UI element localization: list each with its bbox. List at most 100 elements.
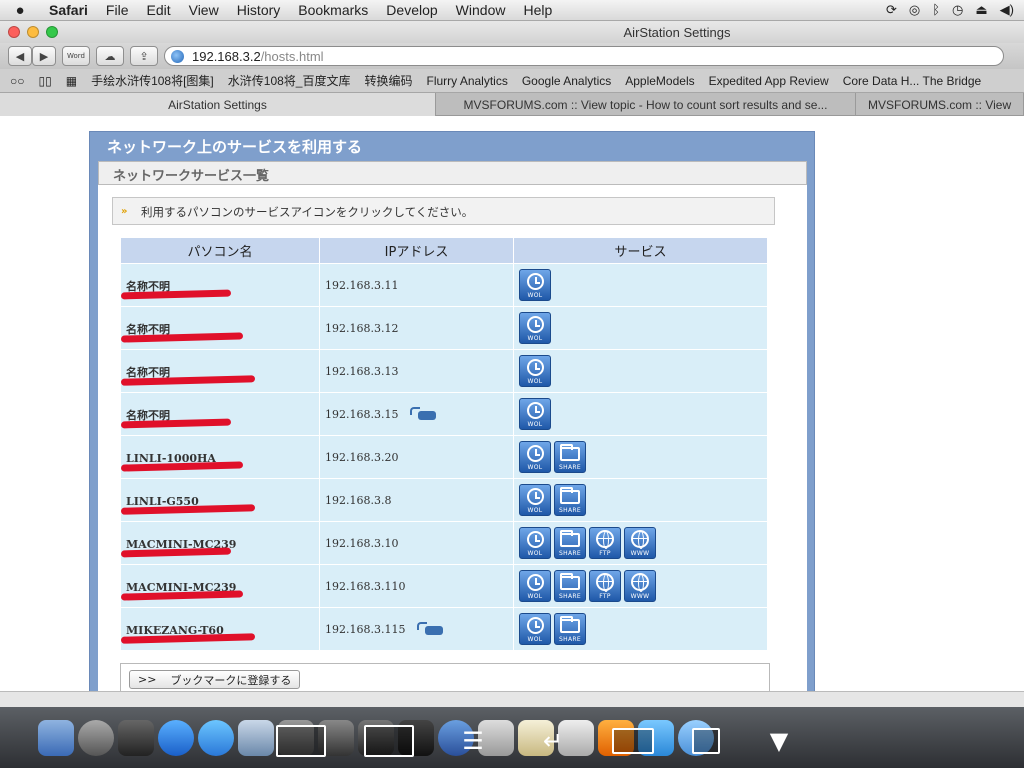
service-label: WOL (527, 464, 543, 471)
wol-service-button[interactable]: WOL (519, 441, 551, 473)
host-name-cell: 名称不明 (120, 307, 319, 349)
wol-service-button[interactable]: WOL (519, 613, 551, 645)
clock-icon (525, 573, 545, 591)
host-ip: 192.168.3.11 (325, 278, 399, 292)
url-path: /hosts.html (260, 48, 324, 64)
tab-mvsforums-view[interactable]: MVSFORUMS.com :: View (856, 93, 1024, 116)
menu-bookmarks[interactable]: Bookmarks (289, 2, 377, 18)
clock-icon (525, 530, 545, 548)
top-sites-grid-icon[interactable]: ▦ (66, 74, 77, 88)
reading-list-icon[interactable]: ○○ (10, 74, 25, 88)
share-service-button[interactable]: SHARE (554, 441, 586, 473)
wol-service-button[interactable]: WOL (519, 570, 551, 602)
ftp-service-button[interactable]: FTP (589, 570, 621, 602)
host-name-cell: 名称不明 (120, 350, 319, 392)
service-label: WOL (527, 636, 543, 643)
host-ip: 192.168.3.110 (325, 579, 406, 593)
game-device-icon (410, 407, 437, 421)
bookmark-box: >> ブックマークに登録する (120, 663, 770, 691)
wol-service-button[interactable]: WOL (519, 527, 551, 559)
menu-file[interactable]: File (97, 2, 138, 18)
share-icon: ⇪ (139, 49, 149, 63)
wol-service-button[interactable]: WOL (519, 398, 551, 430)
tab-label: MVSFORUMS.com :: View (868, 97, 1012, 112)
wol-service-button[interactable]: WOL (519, 312, 551, 344)
service-label: SHARE (559, 593, 581, 600)
host-ip: 192.168.3.13 (325, 364, 399, 378)
www-service-button[interactable]: WWW (624, 527, 656, 559)
share-service-button[interactable]: SHARE (554, 570, 586, 602)
services-inner: » 利用するパソコンのサービスアイコンをクリックしてください。 パソコン名 IP… (98, 185, 807, 691)
bookmark-item[interactable]: AppleModels (625, 74, 694, 88)
collapse-down-icon[interactable]: ▼ (758, 728, 800, 754)
list-icon[interactable]: ☰ (452, 728, 494, 754)
wol-service-button[interactable]: WOL (519, 355, 551, 387)
share-button[interactable]: ⇪ (130, 46, 158, 66)
function-keys-icon[interactable] (364, 725, 414, 757)
binoculars-icon[interactable]: ◎ (909, 2, 920, 18)
sync-icon[interactable]: ⟳ (886, 2, 897, 18)
launchpad-icon[interactable] (78, 719, 114, 756)
hosts-table: パソコン名 IPアドレス サービス 名称不明 192.168.3.11 WOL 名称不… (120, 237, 768, 651)
folder-icon (560, 444, 580, 462)
bookmark-item[interactable]: 水浒传108将_百度文库 (228, 72, 351, 89)
itunes-icon[interactable] (198, 719, 234, 756)
back-button[interactable]: ◀ (8, 46, 32, 66)
menu-edit[interactable]: Edit (137, 2, 179, 18)
bookmarks-book-icon[interactable]: ▯▯ (39, 74, 52, 88)
eject-icon[interactable]: ⏏ (975, 2, 987, 18)
ftp-service-button[interactable]: FTP (589, 527, 621, 559)
menu-history[interactable]: History (228, 2, 290, 18)
horizontal-scrollbar[interactable] (0, 691, 1024, 707)
icloud-tabs-button[interactable]: ☁ (96, 46, 124, 66)
address-bar[interactable]: 192.168.3.2/hosts.html (164, 46, 1004, 66)
www-service-button[interactable]: WWW (624, 570, 656, 602)
menu-view[interactable]: View (180, 2, 228, 18)
bookmark-item[interactable]: Google Analytics (522, 74, 611, 88)
column-header-services: サービス (514, 238, 767, 263)
bookmark-item[interactable]: Expedited App Review (709, 74, 829, 88)
mission-control-icon[interactable] (118, 719, 154, 756)
add-bookmark-button[interactable]: >> ブックマークに登録する (129, 670, 301, 689)
wol-service-button[interactable]: WOL (519, 484, 551, 516)
table-row: 名称不明 192.168.3.13 WOL (120, 350, 767, 392)
tab-label: MVSFORUMS.com :: View topic - How to cou… (463, 97, 828, 112)
service-label: WOL (527, 593, 543, 600)
app-store-icon[interactable] (158, 719, 194, 756)
clock-icon (525, 358, 545, 376)
preview-icon[interactable] (238, 719, 274, 756)
service-label: WWW (630, 593, 650, 600)
host-ip: 192.168.3.8 (325, 493, 392, 507)
apple-menu-icon[interactable]: ● (0, 2, 40, 19)
finder-icon[interactable] (38, 719, 74, 756)
return-arrow-icon[interactable]: ↵ (532, 728, 574, 754)
menu-develop[interactable]: Develop (377, 2, 446, 18)
host-ip: 192.168.3.15 (325, 407, 399, 421)
host-ip-cell: 192.168.3.13 (320, 350, 513, 392)
host-ip-cell: 192.168.3.10 (320, 522, 513, 564)
keyboard-icon[interactable] (276, 725, 326, 757)
menu-window[interactable]: Window (447, 2, 515, 18)
forward-button[interactable]: ▶ (32, 46, 56, 66)
bluetooth-icon[interactable]: ᛒ (932, 2, 940, 18)
volume-icon[interactable]: ◀) (1000, 2, 1014, 18)
tab-airstation-settings[interactable]: AirStation Settings (0, 93, 436, 116)
bookmark-item[interactable]: 转换编码 (364, 72, 412, 89)
share-service-button[interactable]: SHARE (554, 613, 586, 645)
word-extension-button[interactable]: Word (62, 46, 90, 66)
lock-icon[interactable] (692, 728, 720, 754)
menu-help[interactable]: Help (514, 2, 561, 18)
bookmark-item[interactable]: Flurry Analytics (426, 74, 507, 88)
share-service-button[interactable]: SHARE (554, 484, 586, 516)
tab-mvsforums-topic[interactable]: MVSFORUMS.com :: View topic - How to cou… (436, 93, 856, 116)
host-services-cell: WOL SHARE FTP WWW (514, 522, 767, 564)
menu-app-name[interactable]: Safari (40, 2, 97, 18)
share-service-button[interactable]: SHARE (554, 527, 586, 559)
time-machine-icon[interactable]: ◷ (952, 2, 963, 18)
globe-icon (630, 573, 650, 592)
host-ip-cell: 192.168.3.11 (320, 264, 513, 306)
wol-service-button[interactable]: WOL (519, 269, 551, 301)
bookmark-item[interactable]: Core Data H... The Bridge (843, 74, 982, 88)
bookmark-item[interactable]: 手绘水浒传108将[图集] (91, 72, 214, 89)
window-resize-icon[interactable] (612, 728, 654, 754)
